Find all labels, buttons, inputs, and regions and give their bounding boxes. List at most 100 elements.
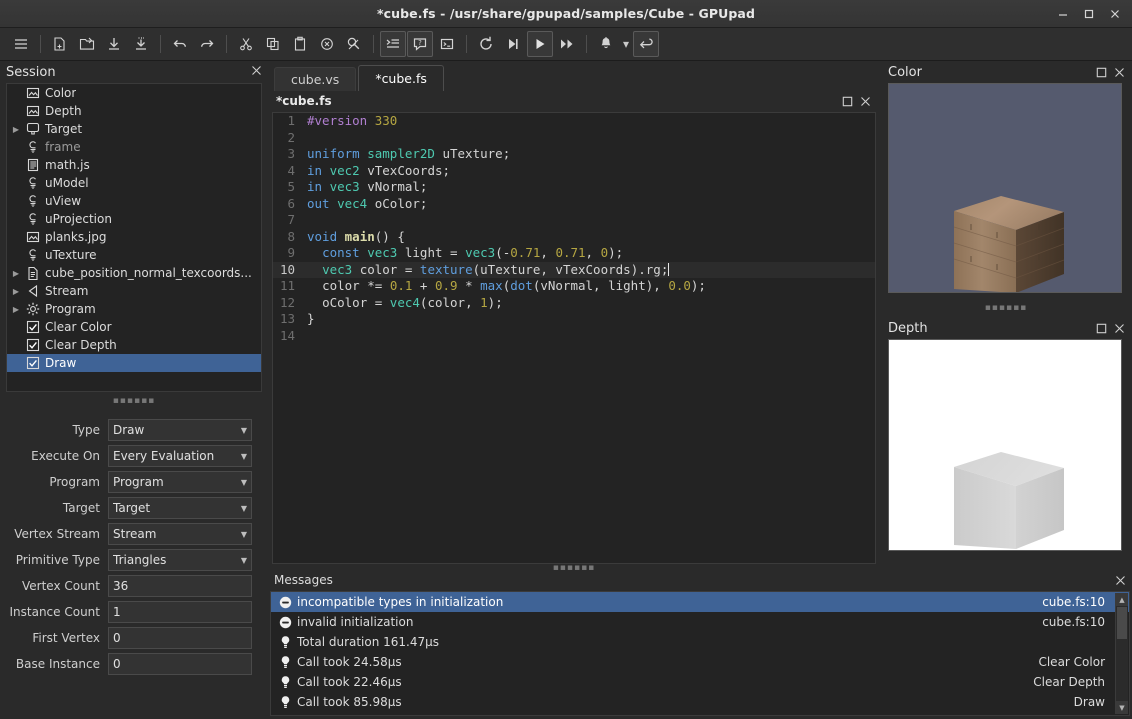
property-select[interactable]: Draw▼: [108, 419, 252, 441]
editor-tab[interactable]: *cube.fs: [358, 65, 444, 91]
depth-viewport[interactable]: [888, 339, 1122, 551]
undo-icon[interactable]: [167, 31, 193, 57]
session-close-icon[interactable]: [251, 65, 262, 79]
property-input[interactable]: 0: [108, 627, 252, 649]
code-line[interactable]: 8void main() {: [273, 229, 875, 246]
tree-item[interactable]: frame: [7, 138, 261, 156]
chevron-down-icon[interactable]: ▼: [237, 556, 247, 565]
code-line[interactable]: 13}: [273, 311, 875, 328]
code-line[interactable]: 12 oColor = vec4(color, 1);: [273, 295, 875, 312]
tree-item[interactable]: uModel: [7, 174, 261, 192]
expand-arrow-icon[interactable]: ▶: [9, 125, 23, 134]
scrollbar-thumb[interactable]: [1117, 607, 1127, 639]
tree-item[interactable]: ▶cube_position_normal_texcoords...: [7, 264, 261, 282]
message-row[interactable]: incompatible types in initializationcube…: [271, 592, 1129, 612]
property-select[interactable]: Target▼: [108, 497, 252, 519]
messages-panel-icon[interactable]: ?: [407, 31, 433, 57]
chevron-down-icon[interactable]: ▼: [237, 530, 247, 539]
reload-icon[interactable]: [473, 31, 499, 57]
chevron-down-icon[interactable]: ▼: [237, 504, 247, 513]
property-input[interactable]: 1: [108, 601, 252, 623]
word-wrap-icon[interactable]: [633, 31, 659, 57]
tree-item[interactable]: ▶Stream: [7, 282, 261, 300]
tree-item[interactable]: uProjection: [7, 210, 261, 228]
maximize-button[interactable]: [1076, 1, 1102, 27]
editor-tab-bar[interactable]: cube.vs*cube.fs: [268, 61, 880, 91]
code-line[interactable]: 1#version 330: [273, 113, 875, 130]
editor-tab[interactable]: cube.vs: [274, 67, 356, 91]
chevron-down-icon[interactable]: ▼: [237, 478, 247, 487]
code-line[interactable]: 3uniform sampler2D uTexture;: [273, 146, 875, 163]
code-editor[interactable]: 1#version 33023uniform sampler2D uTextur…: [272, 112, 876, 564]
code-line[interactable]: 4in vec2 vTexCoords;: [273, 163, 875, 180]
tree-item[interactable]: Draw: [7, 354, 261, 372]
depth-close-icon[interactable]: [1110, 319, 1128, 337]
tree-item[interactable]: uTexture: [7, 246, 261, 264]
chevron-down-icon[interactable]: ▾: [620, 31, 632, 57]
color-close-icon[interactable]: [1110, 63, 1128, 81]
tree-item[interactable]: Color: [7, 84, 261, 102]
chevron-down-icon[interactable]: ▼: [237, 426, 247, 435]
menu-icon[interactable]: [8, 31, 34, 57]
message-row[interactable]: Call took 24.58µsClear Color: [271, 652, 1129, 672]
message-row[interactable]: invalid initializationcube.fs:10: [271, 612, 1129, 632]
scroll-down-icon[interactable]: ▼: [1116, 701, 1128, 714]
code-line[interactable]: 2: [273, 130, 875, 147]
cut-icon[interactable]: [233, 31, 259, 57]
expand-arrow-icon[interactable]: ▶: [9, 269, 23, 278]
editor-float-icon[interactable]: [838, 92, 856, 110]
message-row[interactable]: Call took 22.46µsClear Depth: [271, 672, 1129, 692]
tree-item[interactable]: Clear Depth: [7, 336, 261, 354]
close-button[interactable]: [1102, 1, 1128, 27]
open-folder-icon[interactable]: [74, 31, 100, 57]
fast-forward-icon[interactable]: [554, 31, 580, 57]
session-panel-icon[interactable]: [380, 31, 406, 57]
property-input[interactable]: 36: [108, 575, 252, 597]
code-line[interactable]: 9 const vec3 light = vec3(-0.71, 0.71, 0…: [273, 245, 875, 262]
scroll-up-icon[interactable]: ▲: [1116, 593, 1128, 606]
code-line[interactable]: 6out vec4 oColor;: [273, 196, 875, 213]
step-icon[interactable]: [500, 31, 526, 57]
code-line[interactable]: 14: [273, 328, 875, 345]
tree-item[interactable]: planks.jpg: [7, 228, 261, 246]
tree-item[interactable]: Clear Color: [7, 318, 261, 336]
save-all-icon[interactable]: [128, 31, 154, 57]
color-float-icon[interactable]: [1092, 63, 1110, 81]
messages-list[interactable]: incompatible types in initializationcube…: [270, 591, 1130, 716]
delete-icon[interactable]: [314, 31, 340, 57]
session-splitter[interactable]: ▪▪▪▪▪▪: [0, 396, 268, 406]
property-select[interactable]: Program▼: [108, 471, 252, 493]
tree-item[interactable]: uView: [7, 192, 261, 210]
editor-close-icon[interactable]: [856, 92, 874, 110]
copy-icon[interactable]: [260, 31, 286, 57]
property-select[interactable]: Every Evaluation▼: [108, 445, 252, 467]
color-viewport[interactable]: [888, 83, 1122, 293]
paste-icon[interactable]: [287, 31, 313, 57]
messages-close-icon[interactable]: [1112, 572, 1128, 588]
message-row[interactable]: Total duration 161.47µs: [271, 632, 1129, 652]
tree-item[interactable]: ▶Program: [7, 300, 261, 318]
property-input[interactable]: 0: [108, 653, 252, 675]
depth-float-icon[interactable]: [1092, 319, 1110, 337]
bell-icon[interactable]: [593, 31, 619, 57]
play-icon[interactable]: [527, 31, 553, 57]
code-line[interactable]: 5in vec3 vNormal;: [273, 179, 875, 196]
property-select[interactable]: Stream▼: [108, 523, 252, 545]
property-select[interactable]: Triangles▼: [108, 549, 252, 571]
message-row[interactable]: Call took 85.98µsDraw: [271, 692, 1129, 712]
code-line[interactable]: 11 color *= 0.1 + 0.9 * max(dot(vNormal,…: [273, 278, 875, 295]
tree-item[interactable]: Depth: [7, 102, 261, 120]
chevron-down-icon[interactable]: ▼: [237, 452, 247, 461]
color-splitter[interactable]: ▪▪▪▪▪▪: [880, 303, 1132, 313]
console-panel-icon[interactable]: [434, 31, 460, 57]
tree-item[interactable]: ▶Target: [7, 120, 261, 138]
redo-icon[interactable]: [194, 31, 220, 57]
tree-item[interactable]: math.js: [7, 156, 261, 174]
code-line[interactable]: 7: [273, 212, 875, 229]
expand-arrow-icon[interactable]: ▶: [9, 287, 23, 296]
find-replace-icon[interactable]: [341, 31, 367, 57]
session-tree[interactable]: ColorDepth▶Targetframemath.jsuModeluView…: [6, 83, 262, 392]
save-icon[interactable]: [101, 31, 127, 57]
expand-arrow-icon[interactable]: ▶: [9, 305, 23, 314]
code-line[interactable]: 10 vec3 color = texture(uTexture, vTexCo…: [273, 262, 875, 279]
